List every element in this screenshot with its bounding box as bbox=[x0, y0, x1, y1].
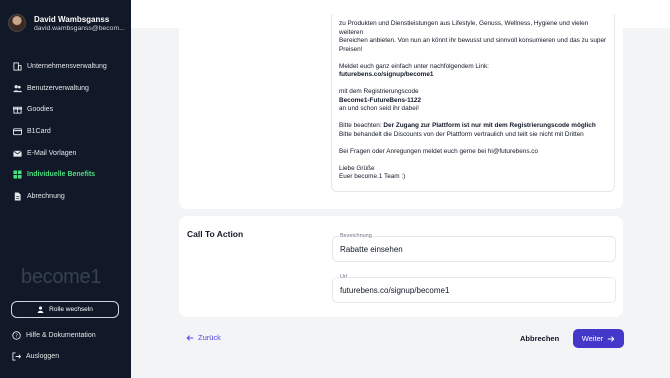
back-button[interactable]: Zurück bbox=[186, 333, 221, 342]
message-line: an und schon seid ihr dabei! bbox=[339, 105, 419, 112]
cta-url-field-value: futurebens.co/signup/become1 bbox=[340, 286, 450, 295]
sidebar-item-unternehmensverwaltung[interactable]: Unternehmensverwaltung bbox=[12, 56, 107, 78]
help-link-label: Hilfe & Dokumentation bbox=[26, 332, 96, 339]
sidebar-item-goodies[interactable]: Goodies bbox=[12, 99, 107, 121]
sidebar-item-benutzerverwaltung[interactable]: Benutzerverwaltung bbox=[12, 78, 107, 100]
switch-role-button[interactable]: Rolle wechseln bbox=[11, 301, 119, 318]
message-line: Preisen! bbox=[339, 45, 363, 53]
become1-logo: become1 bbox=[21, 266, 102, 288]
arrow-left-icon bbox=[186, 334, 194, 341]
cta-card: Call To Action Bezeichnung Rabatte einse… bbox=[179, 216, 623, 317]
user-profile[interactable]: David Wambsganss david.wambsganss@becom.… bbox=[8, 14, 126, 32]
user-icon bbox=[37, 306, 44, 313]
cta-label-field-label: Bezeichnung bbox=[339, 233, 373, 239]
registration-code: Become1-FutureBens-1122 bbox=[339, 96, 422, 104]
cta-label-field-value: Rabatte einsehen bbox=[340, 245, 403, 254]
cta-section-title: Call To Action bbox=[187, 229, 244, 239]
sidebar-item-label: Individuelle Benefits bbox=[27, 171, 96, 179]
signup-link-text: futurebens.co/signup/become1 bbox=[339, 71, 434, 78]
cancel-button[interactable]: Abbrechen bbox=[520, 334, 559, 343]
sidebar-item-label: Unternehmensverwaltung bbox=[27, 63, 107, 71]
logout-icon bbox=[12, 352, 21, 361]
sidebar-item-label: E-Mail Vorlagen bbox=[27, 149, 77, 157]
message-line: mit dem Registrierungscode bbox=[339, 88, 419, 95]
svg-text:?: ? bbox=[15, 334, 18, 340]
message-line: Bitte behandelt die Discounts von der Pl… bbox=[339, 130, 584, 138]
help-link[interactable]: ? Hilfe & Dokumentation bbox=[12, 331, 96, 340]
gift-icon bbox=[12, 105, 22, 115]
message-line: Meldet euch ganz einfach unter nachfolge… bbox=[339, 62, 489, 70]
cta-url-field[interactable]: Url futurebens.co/signup/become1 bbox=[332, 274, 616, 303]
sidebar-item-label: B1Card bbox=[27, 128, 51, 136]
sidebar-item-b1card[interactable]: B1Card bbox=[12, 121, 107, 143]
next-button-label: Weiter bbox=[581, 334, 604, 343]
message-line: zu Produkten und Dienstleistungen aus Li… bbox=[339, 20, 589, 36]
sidebar-nav: Unternehmensverwaltung Benutzerverwaltun… bbox=[12, 56, 107, 207]
mail-icon bbox=[12, 148, 22, 158]
message-line: Liebe Grüße bbox=[339, 164, 375, 172]
grid-icon bbox=[12, 170, 22, 180]
sidebar-item-label: Goodies bbox=[27, 106, 54, 114]
help-circle-icon: ? bbox=[12, 331, 21, 340]
sidebar-item-label: Benutzerverwaltung bbox=[27, 84, 89, 92]
document-icon bbox=[12, 191, 22, 201]
cta-label-field[interactable]: Bezeichnung Rabatte einsehen bbox=[332, 233, 616, 262]
logout-link[interactable]: Ausloggen bbox=[12, 352, 59, 361]
cta-url-field-label: Url bbox=[339, 274, 349, 280]
next-button[interactable]: Weiter bbox=[573, 329, 624, 348]
sidebar: David Wambsganss david.wambsganss@becom.… bbox=[0, 0, 131, 378]
note-bold: Der Zugang zur Plattform ist nur mit dem… bbox=[383, 122, 596, 129]
credit-card-icon bbox=[12, 127, 22, 137]
message-line: Euer become.1 Team :) bbox=[339, 173, 406, 180]
switch-role-label: Rolle wechseln bbox=[49, 306, 93, 313]
avatar bbox=[8, 14, 26, 32]
back-button-label: Zurück bbox=[198, 333, 221, 342]
logout-link-label: Ausloggen bbox=[26, 353, 60, 360]
user-name: David Wambsganss bbox=[34, 14, 110, 24]
arrow-right-icon bbox=[608, 335, 615, 342]
sidebar-item-email-vorlagen[interactable]: E-Mail Vorlagen bbox=[12, 142, 107, 164]
message-card: zu Produkten und Dienstleistungen aus Li… bbox=[179, 14, 623, 209]
building-icon bbox=[12, 62, 22, 72]
sidebar-item-abrechnung[interactable]: Abrechnung bbox=[12, 186, 107, 208]
message-line: Bereichen anbieten. Von nun an könnt ihr… bbox=[339, 37, 607, 44]
user-email: david.wambsganss@becom... bbox=[34, 24, 125, 32]
sidebar-item-individuelle-benefits[interactable]: Individuelle Benefits bbox=[12, 164, 107, 186]
users-icon bbox=[12, 83, 22, 93]
sidebar-item-label: Abrechnung bbox=[27, 192, 65, 200]
message-textarea[interactable]: zu Produkten und Dienstleistungen aus Li… bbox=[331, 14, 615, 192]
note-prefix: Bitte beachten: bbox=[339, 122, 384, 129]
message-line: Bei Fragen oder Anregungen meldet euch g… bbox=[339, 147, 539, 155]
